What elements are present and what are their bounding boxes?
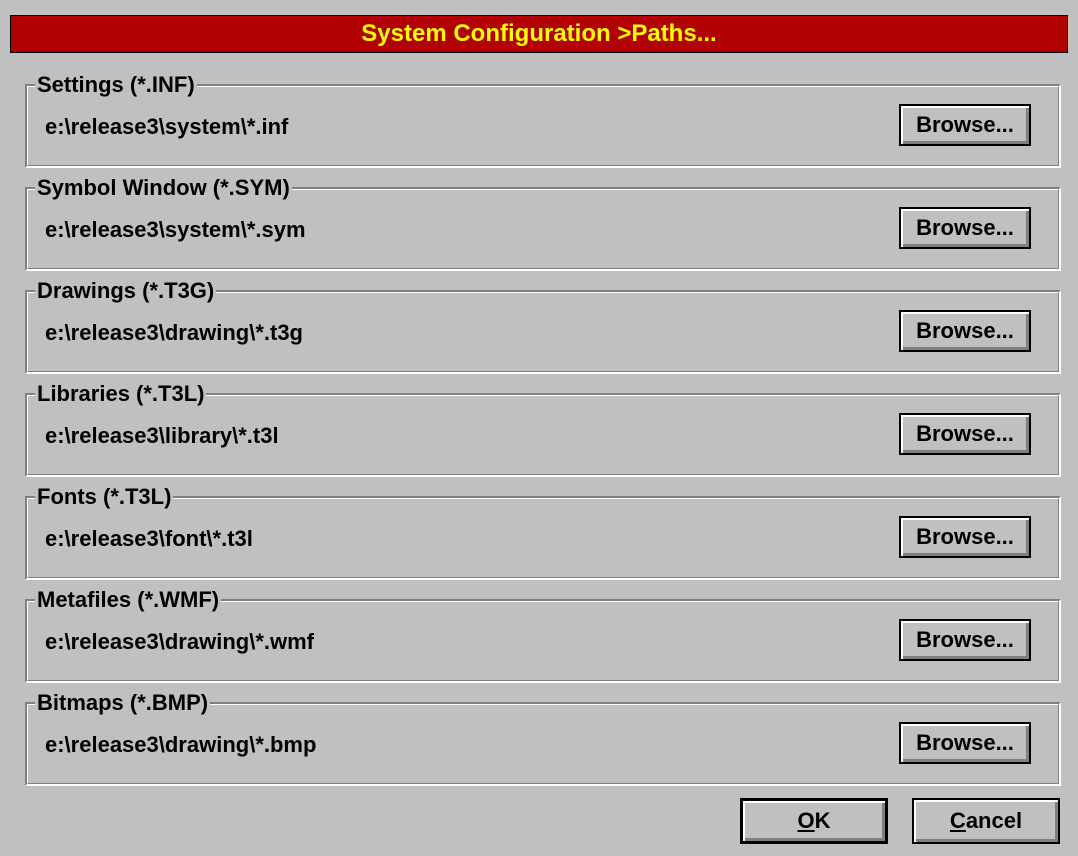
libraries-group-label: Libraries (*.T3L) <box>35 377 207 411</box>
metafiles-group: Metafiles (*.WMF) e:\release3\drawing\*.… <box>25 583 1061 683</box>
title-bar[interactable]: System Configuration >Paths... <box>10 15 1068 53</box>
cancel-button[interactable]: Cancel <box>912 798 1060 844</box>
settings-group-label: Settings (*.INF) <box>35 68 197 102</box>
symbol-window-group: Symbol Window (*.SYM) e:\release3\system… <box>25 171 1061 271</box>
drawings-group: Drawings (*.T3G) e:\release3\drawing\*.t… <box>25 274 1061 374</box>
fonts-group: Fonts (*.T3L) e:\release3\font\*.t3l Bro… <box>25 480 1061 580</box>
metafiles-path: e:\release3\drawing\*.wmf <box>45 629 314 654</box>
ok-button[interactable]: OK <box>740 798 888 844</box>
ok-label-rest: K <box>814 808 831 833</box>
fonts-path: e:\release3\font\*.t3l <box>45 526 253 551</box>
drawings-path: e:\release3\drawing\*.t3g <box>45 320 303 345</box>
dialog-title: System Configuration >Paths... <box>361 20 717 47</box>
settings-browse-button[interactable]: Browse... <box>899 104 1031 146</box>
bitmaps-path: e:\release3\drawing\*.bmp <box>45 732 317 757</box>
metafiles-browse-button[interactable]: Browse... <box>899 619 1031 661</box>
drawings-browse-button[interactable]: Browse... <box>899 310 1031 352</box>
paths-dialog: System Configuration >Paths... Settings … <box>0 0 1078 856</box>
libraries-group: Libraries (*.T3L) e:\release3\library\*.… <box>25 377 1061 477</box>
metafiles-group-label: Metafiles (*.WMF) <box>35 583 222 617</box>
ok-mnemonic: O <box>797 808 815 833</box>
symbol-window-group-label: Symbol Window (*.SYM) <box>35 171 292 205</box>
libraries-browse-button[interactable]: Browse... <box>899 413 1031 455</box>
drawings-group-label: Drawings (*.T3G) <box>35 274 217 308</box>
settings-group: Settings (*.INF) e:\release3\system\*.in… <box>25 68 1061 168</box>
fonts-browse-button[interactable]: Browse... <box>899 516 1031 558</box>
fonts-group-label: Fonts (*.T3L) <box>35 480 174 514</box>
cancel-label-rest: ancel <box>965 808 1023 833</box>
bitmaps-browse-button[interactable]: Browse... <box>899 722 1031 764</box>
bitmaps-group-label: Bitmaps (*.BMP) <box>35 686 211 720</box>
settings-path: e:\release3\system\*.inf <box>45 114 289 139</box>
symbol-window-path: e:\release3\system\*.sym <box>45 217 306 242</box>
cancel-mnemonic: C <box>949 808 966 833</box>
bitmaps-group: Bitmaps (*.BMP) e:\release3\drawing\*.bm… <box>25 686 1061 786</box>
symbol-window-browse-button[interactable]: Browse... <box>899 207 1031 249</box>
libraries-path: e:\release3\library\*.t3l <box>45 423 279 448</box>
